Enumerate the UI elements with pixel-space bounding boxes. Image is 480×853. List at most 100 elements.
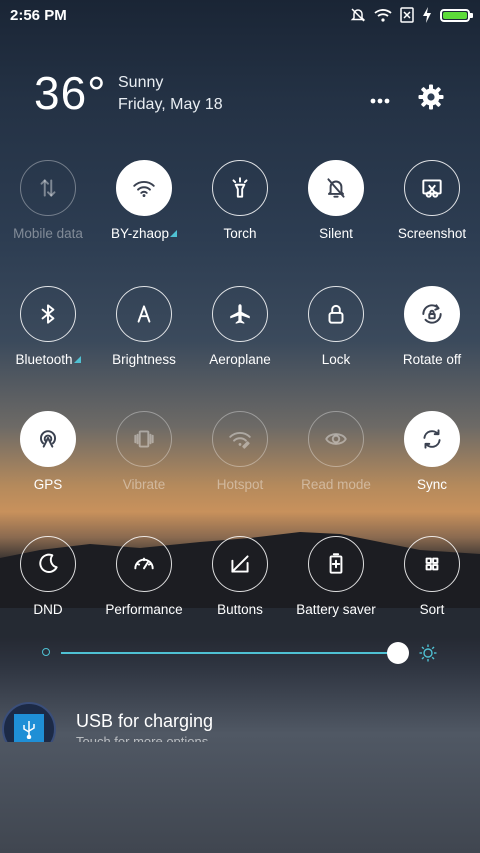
- toggle-buttons[interactable]: Buttons: [192, 536, 288, 617]
- toggle-label: Hotspot: [192, 477, 288, 492]
- brightness-auto-icon: [131, 301, 157, 327]
- toggle-brightness[interactable]: Brightness: [96, 286, 192, 367]
- toggle-label: Lock: [288, 352, 384, 367]
- brightness-slider[interactable]: [40, 642, 440, 664]
- toggle-label-text: Bluetooth: [15, 352, 73, 367]
- expand-indicator-icon[interactable]: [170, 230, 178, 237]
- toggle-vibrate[interactable]: Vibrate: [96, 411, 192, 492]
- toggle-button[interactable]: [212, 536, 268, 592]
- gps-icon: [35, 426, 61, 452]
- toggle-label-text: Aeroplane: [209, 352, 271, 367]
- toggle-label-text: Sort: [419, 602, 445, 617]
- vibrate-icon: [131, 426, 157, 452]
- toggle-button[interactable]: [212, 286, 268, 342]
- toggle-label: Buttons: [192, 602, 288, 617]
- toggle-button[interactable]: [212, 160, 268, 216]
- brightness-high-icon: [419, 644, 437, 667]
- toggle-screenshot[interactable]: Screenshot: [384, 160, 480, 241]
- toggle-label-text: Performance: [105, 602, 183, 617]
- toggle-sync[interactable]: Sync: [384, 411, 480, 492]
- toggle-button[interactable]: [212, 411, 268, 467]
- toggle-label: Read mode: [288, 477, 384, 492]
- toggle-button[interactable]: [116, 160, 172, 216]
- toggle-label-text: Hotspot: [216, 477, 264, 492]
- screenshot-icon: [419, 175, 445, 201]
- toggle-button[interactable]: [308, 286, 364, 342]
- toggle-label: Aeroplane: [192, 352, 288, 367]
- weather-header: 36° Sunny Friday, May 18: [34, 66, 446, 126]
- toggle-label: Vibrate: [96, 477, 192, 492]
- toggle-battery-saver[interactable]: Battery saver: [288, 536, 384, 617]
- toggle-label-text: DND: [33, 602, 63, 617]
- toggle-mobile-data[interactable]: Mobile data: [0, 160, 96, 241]
- toggle-hotspot[interactable]: Hotspot: [192, 411, 288, 492]
- status-time: 2:56 PM: [10, 6, 67, 24]
- toggle-button[interactable]: [404, 160, 460, 216]
- grid-icon: [419, 551, 445, 577]
- wifi-status-icon: [374, 8, 392, 22]
- toggle-label: Sort: [384, 602, 480, 617]
- status-bar: 2:56 PM: [0, 0, 480, 30]
- toggle-by-zhaop[interactable]: BY-zhaop: [96, 160, 192, 241]
- expand-indicator-icon[interactable]: [73, 356, 81, 363]
- toggle-lock[interactable]: Lock: [288, 286, 384, 367]
- toggle-label-text: Rotate off: [402, 352, 462, 367]
- brightness-low-icon: [42, 648, 50, 656]
- toggle-button[interactable]: [404, 536, 460, 592]
- toggle-bluetooth[interactable]: Bluetooth: [0, 286, 96, 367]
- toggle-button[interactable]: [308, 160, 364, 216]
- airplane-icon: [227, 301, 253, 327]
- toggle-label: Performance: [96, 602, 192, 617]
- toggle-sort[interactable]: Sort: [384, 536, 480, 617]
- notification-subtitle: Touch for more options: [76, 734, 209, 742]
- toggle-label: Battery saver: [288, 602, 384, 617]
- usb-notification[interactable]: USB for charging Touch for more options: [0, 700, 480, 742]
- temperature: 36°: [34, 67, 107, 119]
- mobile-data-icon: [35, 175, 61, 201]
- toggle-torch[interactable]: Torch: [192, 160, 288, 241]
- toggle-button[interactable]: [404, 411, 460, 467]
- toggle-read-mode[interactable]: Read mode: [288, 411, 384, 492]
- eye-icon: [323, 426, 349, 452]
- toggle-label-text: Silent: [319, 226, 353, 241]
- charging-icon: [422, 7, 432, 23]
- toggle-button[interactable]: [116, 286, 172, 342]
- weather-date: Friday, May 18: [118, 96, 223, 113]
- toggle-label-text: Brightness: [112, 352, 176, 367]
- usb-icon: [2, 702, 56, 742]
- bluetooth-icon: [35, 301, 61, 327]
- more-options-icon[interactable]: [370, 84, 390, 110]
- toggle-gps[interactable]: GPS: [0, 411, 96, 492]
- bell-off-icon: [323, 175, 349, 201]
- toggle-label: GPS: [0, 477, 96, 492]
- settings-gear-icon[interactable]: [418, 84, 444, 115]
- sync-icon: [419, 426, 445, 452]
- toggle-button[interactable]: [20, 286, 76, 342]
- toggle-button[interactable]: [20, 160, 76, 216]
- toggle-label-text: BY-zhaop: [110, 226, 170, 241]
- toggle-performance[interactable]: Performance: [96, 536, 192, 617]
- moon-icon: [35, 551, 61, 577]
- toggle-button[interactable]: [308, 536, 364, 592]
- toggle-label-text: Battery saver: [296, 602, 376, 617]
- toggle-dnd[interactable]: DND: [0, 536, 96, 617]
- rotate-lock-icon: [419, 301, 445, 327]
- toggle-button[interactable]: [404, 286, 460, 342]
- toggle-button[interactable]: [20, 411, 76, 467]
- toggle-button[interactable]: [116, 411, 172, 467]
- no-sim-icon: [400, 7, 414, 23]
- toggle-label: Mobile data: [0, 226, 96, 241]
- toggle-label: BY-zhaop: [96, 226, 192, 241]
- toggle-button[interactable]: [20, 536, 76, 592]
- brightness-track[interactable]: [61, 652, 398, 654]
- buttons-icon: [227, 551, 253, 577]
- brightness-thumb[interactable]: [386, 642, 409, 664]
- toggle-rotate-off[interactable]: Rotate off: [384, 286, 480, 367]
- toggle-button[interactable]: [308, 411, 364, 467]
- battery-saver-icon: [323, 551, 349, 577]
- toggle-aeroplane[interactable]: Aeroplane: [192, 286, 288, 367]
- toggle-button[interactable]: [116, 536, 172, 592]
- toggle-label: Screenshot: [384, 226, 480, 241]
- toggle-silent[interactable]: Silent: [288, 160, 384, 241]
- toggle-label-text: Read mode: [301, 477, 371, 492]
